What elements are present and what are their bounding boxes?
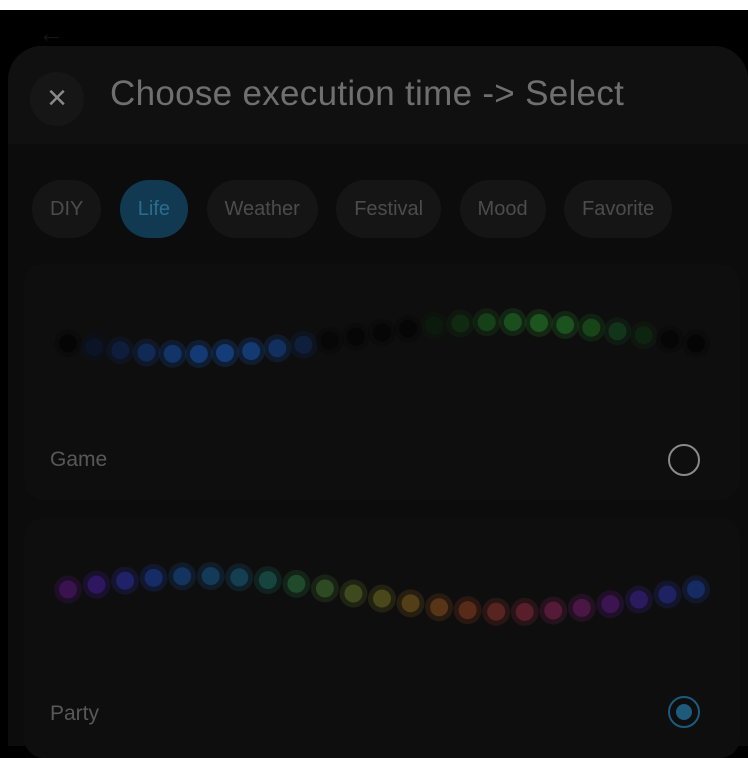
scene-card-game[interactable]: Game [24,264,740,500]
scene-name: Game [50,448,108,471]
tab-weather[interactable]: Weather [206,180,318,238]
light-dot [399,319,418,338]
status-strip [0,0,748,10]
light-dot [144,568,163,587]
light-dot [320,331,339,350]
light-dot [544,601,563,620]
light-dot [258,571,277,590]
light-dot [201,567,220,586]
light-dot [189,344,208,363]
light-dot [173,567,192,586]
light-dot [687,334,705,353]
light-dot [137,343,156,362]
light-dot [608,322,627,341]
light-dot [59,334,77,353]
light-dot [582,318,601,337]
light-dot [601,595,620,614]
light-dot [515,602,534,621]
close-button[interactable]: × [30,72,84,126]
tab-diy[interactable]: DIY [32,180,102,238]
close-icon: × [47,79,67,117]
category-tabs: DIY Life Weather Festival Mood Favorite [32,180,748,238]
light-dot [116,571,135,590]
tab-mood[interactable]: Mood [459,180,546,238]
light-dot [430,598,449,617]
tab-favorite[interactable]: Favorite [564,180,673,238]
sheet-header: × Choose execution time -> Select [8,46,748,144]
light-dot [59,580,77,599]
light-strip-preview [54,562,710,626]
light-dot [458,601,477,620]
light-dot [425,316,444,335]
light-dot [216,344,234,363]
light-dot [401,594,420,613]
light-dot [658,585,677,604]
light-dot [503,313,522,332]
light-dot [451,314,470,333]
scene-radio-game[interactable] [668,444,700,476]
light-dot [487,602,506,621]
arrow-left-icon[interactable]: ← [38,18,68,48]
scene-radio-party[interactable] [668,696,700,728]
tab-festival[interactable]: Festival [336,180,442,238]
light-dot [242,342,261,361]
light-dot [268,339,287,358]
light-dot [87,575,106,594]
light-dot [111,341,130,360]
light-dot [660,330,679,349]
light-dot [477,313,496,332]
light-dot [85,338,104,357]
light-dot [344,584,363,603]
light-dot [530,313,548,332]
light-dot [373,589,391,608]
light-dot [230,568,249,587]
light-dot [634,326,653,345]
scene-card-party[interactable]: Party [24,518,740,758]
light-dot [572,598,591,617]
scene-name: Party [50,702,100,725]
light-dot [163,344,182,363]
light-dot [287,574,306,593]
light-strip-preview [54,308,710,368]
light-dot [687,580,705,599]
light-dot [556,315,575,334]
select-scene-sheet: × Choose execution time -> Select DIY Li… [8,46,748,758]
tab-life[interactable]: Life [119,180,189,238]
sheet-title: Choose execution time -> Select [110,74,625,113]
light-dot [346,327,365,346]
light-dot [629,590,648,609]
light-dot [315,579,334,598]
light-dot [294,335,313,354]
light-dot [373,323,391,342]
